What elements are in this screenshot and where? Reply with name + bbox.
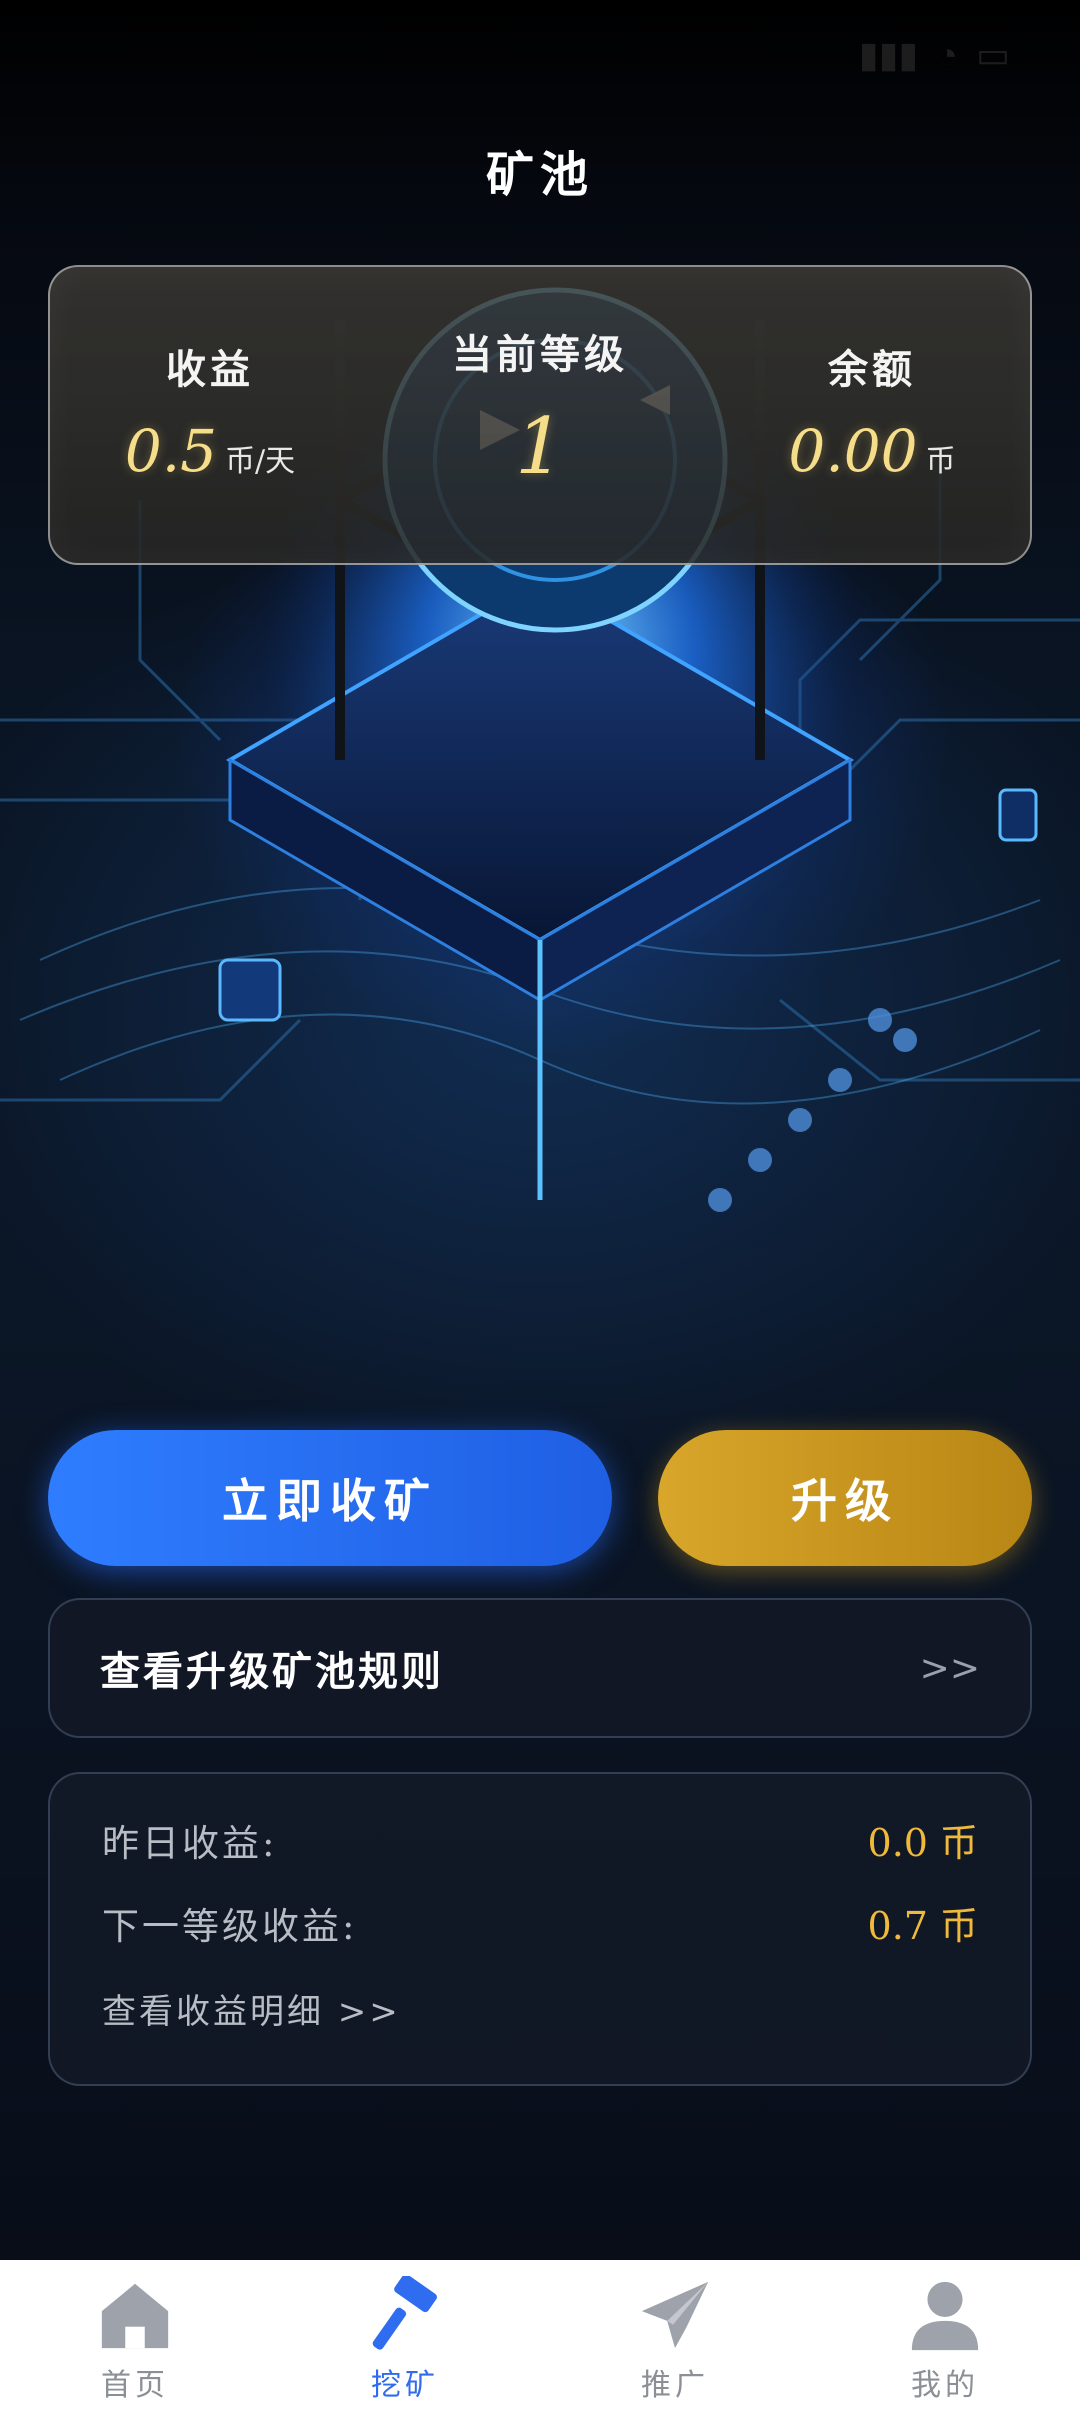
earnings-detail-link[interactable]: 查看收益明细 >> [102, 1984, 401, 2033]
income-value: 0.5 [124, 417, 218, 485]
next-level-earnings-value: 0.7 [867, 1904, 928, 1948]
next-level-earnings-unit: 币 [939, 1904, 978, 1948]
chevron-double-right-icon: >> [919, 1647, 980, 1689]
tab-me-label: 我的 [911, 2368, 979, 2403]
yesterday-earnings-unit: 币 [939, 1821, 978, 1865]
signal-icon: ▮▮▮ [858, 34, 919, 75]
tab-promote-label: 推广 [641, 2368, 709, 2403]
upgrade-button[interactable]: 升级 [658, 1430, 1032, 1566]
yesterday-earnings-value-group: 0.0 币 [868, 1812, 978, 1867]
status-bar: ▮▮▮ ◔ ▭ [0, 0, 1080, 110]
tab-mining[interactable]: 挖矿 [270, 2260, 540, 2412]
next-level-earnings-row: 下一等级收益: 0.7 币 [102, 1895, 978, 1978]
paper-plane-icon [641, 2281, 709, 2349]
yesterday-earnings-label: 昨日收益: [102, 1822, 278, 1865]
tab-me[interactable]: 我的 [810, 2260, 1080, 2412]
page-title: 矿池 [485, 147, 594, 203]
level-stat: 当前等级 1 [370, 267, 710, 567]
upgrade-rules-link[interactable]: 查看升级矿池规则 >> [48, 1598, 1032, 1738]
balance-label: 余额 [828, 346, 916, 393]
income-unit: 币/天 [225, 444, 296, 479]
stats-card: 收益 0.5 币/天 当前等级 1 余额 0.00 币 [48, 265, 1032, 565]
balance-unit: 币 [925, 444, 956, 479]
next-level-earnings-value-group: 0.7 币 [868, 1895, 978, 1950]
bottom-tab-bar: 首页 挖矿 推广 我的 [0, 2260, 1080, 2412]
balance-value: 0.00 [788, 417, 918, 485]
next-level-earnings-label: 下一等级收益: [102, 1905, 358, 1948]
level-value: 1 [515, 402, 565, 492]
earnings-card: 昨日收益: 0.0 币 下一等级收益: 0.7 币 查看收益明细 >> [48, 1772, 1032, 2086]
yesterday-earnings-row: 昨日收益: 0.0 币 [102, 1812, 978, 1895]
battery-icon: ▭ [975, 34, 1010, 75]
balance-stat: 余额 0.00 币 [710, 267, 1034, 567]
level-label: 当前等级 [452, 331, 628, 378]
mining-pool-page: ▮▮▮ ◔ ▭ 矿池 收益 0.5 币/天 当前等级 1 余额 0.00 币 立… [0, 0, 1080, 2412]
tab-home-label: 首页 [101, 2368, 169, 2403]
income-stat: 收益 0.5 币/天 [50, 267, 370, 567]
user-icon [911, 2281, 979, 2351]
upgrade-rules-label: 查看升级矿池规则 [100, 1648, 444, 1695]
collect-button[interactable]: 立即收矿 [48, 1430, 612, 1566]
income-label: 收益 [166, 346, 254, 393]
tab-promote[interactable]: 推广 [540, 2260, 810, 2412]
yesterday-earnings-value: 0.0 [867, 1821, 928, 1865]
hammer-icon [372, 2276, 437, 2350]
tab-mining-label: 挖矿 [371, 2368, 439, 2403]
home-icon [101, 2283, 169, 2349]
tab-home[interactable]: 首页 [0, 2260, 270, 2412]
wifi-icon: ◔ [936, 34, 958, 75]
